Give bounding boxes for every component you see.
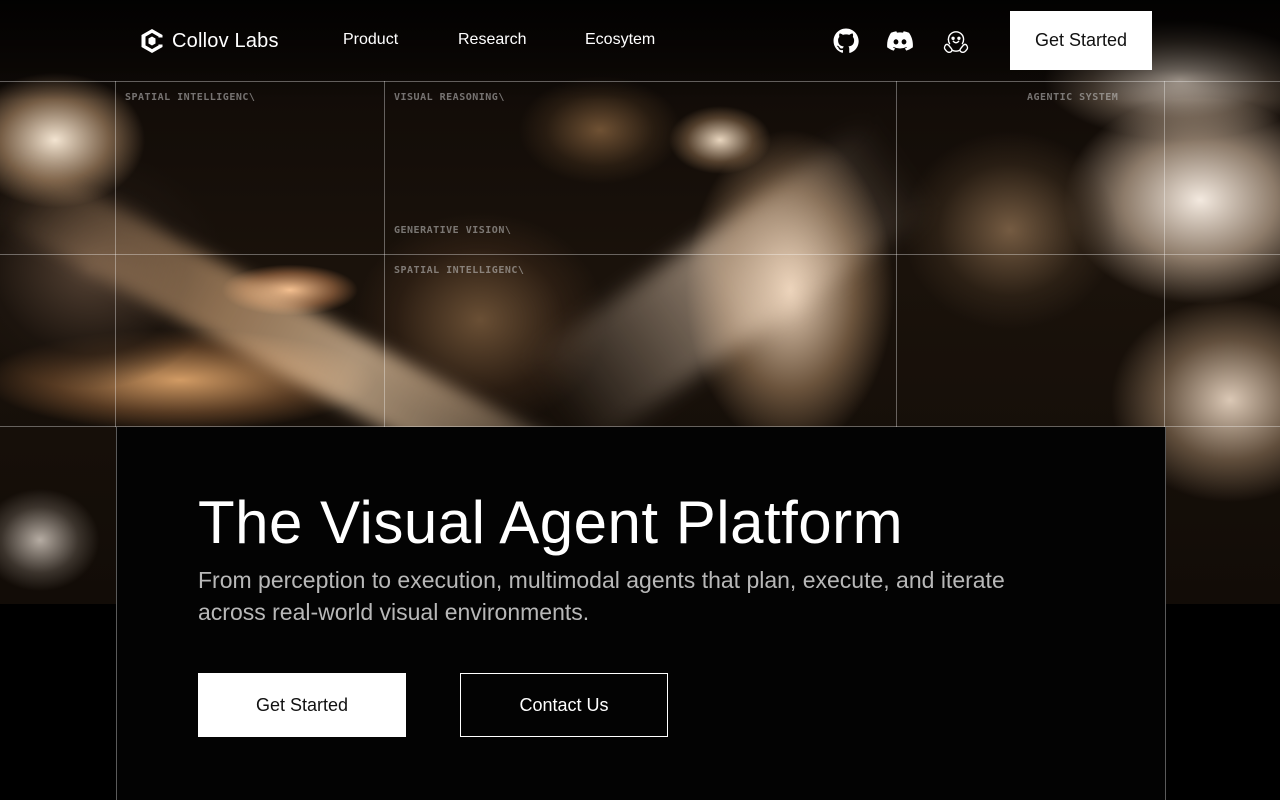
- hero-subtitle: From perception to execution, multimodal…: [198, 567, 1005, 625]
- landing-page: SPATIAL INTELLIGENC\ VISUAL REASONING\ A…: [0, 0, 1280, 800]
- nav-link-ecosystem[interactable]: Ecosytem: [585, 31, 655, 49]
- top-navigation: Collov Labs Product Research Ecosytem Ge…: [0, 0, 1280, 81]
- discord-icon[interactable]: [887, 28, 913, 54]
- nav-link-product[interactable]: Product: [343, 31, 398, 49]
- brand-logo[interactable]: Collov Labs: [140, 27, 279, 55]
- grid-line: [384, 81, 385, 427]
- grid-line: [0, 81, 1280, 82]
- nav-get-started-button[interactable]: Get Started: [1010, 11, 1152, 70]
- contact-us-button[interactable]: Contact Us: [460, 673, 668, 737]
- grid-label-agentic-system: AGENTIC SYSTEM: [1027, 92, 1119, 103]
- grid-label-spatial-intelligence: SPATIAL INTELLIGENC\: [125, 92, 256, 103]
- collov-logo-icon: [141, 29, 163, 53]
- grid-label-visual-reasoning: VISUAL REASONING\: [394, 92, 505, 103]
- grid-line: [1164, 81, 1165, 427]
- light-streak: [526, 119, 934, 451]
- get-started-button[interactable]: Get Started: [198, 673, 406, 737]
- huggingface-icon[interactable]: [943, 28, 969, 54]
- github-icon[interactable]: [833, 28, 859, 54]
- grid-line: [896, 81, 897, 427]
- grid-line: [0, 254, 1280, 255]
- brand-name: Collov Labs: [172, 29, 279, 52]
- grid-line: [115, 81, 116, 427]
- grid-label-spatial-intelligence: SPATIAL INTELLIGENC\: [394, 265, 525, 276]
- grid-label-generative-vision: GENERATIVE VISION\: [394, 225, 512, 236]
- hero-title: The Visual Agent Platform: [198, 489, 904, 556]
- nav-link-research[interactable]: Research: [458, 31, 526, 49]
